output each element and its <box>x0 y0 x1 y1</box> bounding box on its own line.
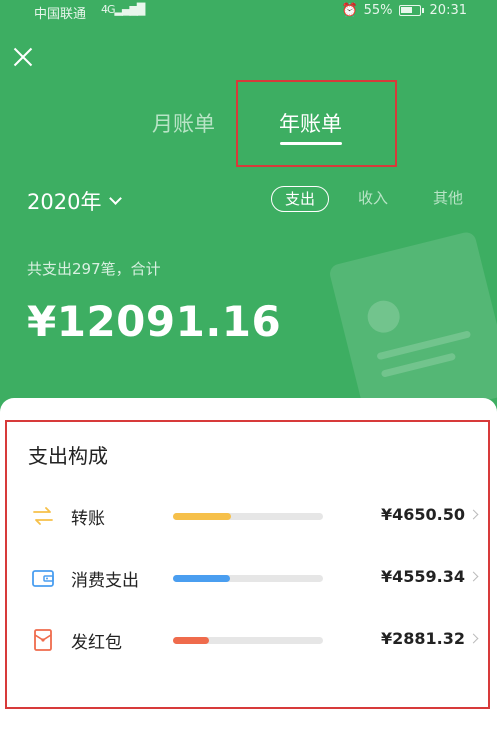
wallet-icon <box>31 566 55 590</box>
alarm-clock-icon: ⏰ <box>341 3 358 18</box>
battery-percent: 55% <box>363 3 393 18</box>
year-selector[interactable]: 2020年 <box>27 186 123 216</box>
breakdown-label: 发红包 <box>71 633 122 653</box>
total-amount: ¥12091.16 <box>27 297 282 346</box>
chevron-right-icon <box>468 571 479 582</box>
progress-fill <box>173 513 231 520</box>
chevron-right-icon <box>468 633 479 644</box>
breakdown-row-red-envelope[interactable]: 发红包 ¥2881.32 <box>0 620 497 660</box>
breakdown-amount: ¥4650.50 <box>380 505 465 524</box>
annotation-box-tab <box>236 80 397 167</box>
red-envelope-icon <box>31 628 55 652</box>
breakdown-title: 支出构成 <box>28 444 108 468</box>
chevron-down-icon <box>109 192 123 205</box>
battery-tip <box>421 8 424 13</box>
progress-track <box>173 575 323 582</box>
progress-fill <box>173 637 209 644</box>
year-label: 2020年 <box>27 190 102 214</box>
status-right: ⏰ 55% 20:31 <box>341 3 467 18</box>
transfer-arrows-icon <box>31 504 55 528</box>
network-type: 4G <box>101 3 115 16</box>
progress-track <box>173 637 323 644</box>
signal-icon: 4G▂▄▆█ <box>101 3 145 16</box>
filter-expense[interactable]: 支出 <box>271 186 329 212</box>
clock-time: 20:31 <box>429 3 467 18</box>
summary-text: 共支出297笔，合计 <box>27 260 161 278</box>
breakdown-row-consumption[interactable]: 消费支出 ¥4559.34 <box>0 558 497 598</box>
breakdown-label: 消费支出 <box>71 571 139 591</box>
chevron-right-icon <box>468 509 479 520</box>
carrier-name: 中国联通 <box>34 7 87 22</box>
filter-other[interactable]: 其他 <box>433 186 463 212</box>
breakdown-amount: ¥2881.32 <box>380 629 465 648</box>
close-icon[interactable] <box>12 46 34 68</box>
tab-monthly-bill[interactable]: 月账单 <box>152 108 215 138</box>
status-bar: 中国联通 4G▂▄▆█ ⏰ 55% 20:31 <box>0 0 497 24</box>
breakdown-row-transfer[interactable]: 转账 ¥4650.50 <box>0 496 497 536</box>
decorative-line <box>376 330 472 361</box>
breakdown-label: 转账 <box>71 509 105 529</box>
decorative-dot <box>364 297 404 337</box>
progress-track <box>173 513 323 520</box>
breakdown-amount: ¥4559.34 <box>380 567 465 586</box>
progress-fill <box>173 575 230 582</box>
filter-income[interactable]: 收入 <box>358 186 388 212</box>
battery-icon <box>398 5 421 16</box>
